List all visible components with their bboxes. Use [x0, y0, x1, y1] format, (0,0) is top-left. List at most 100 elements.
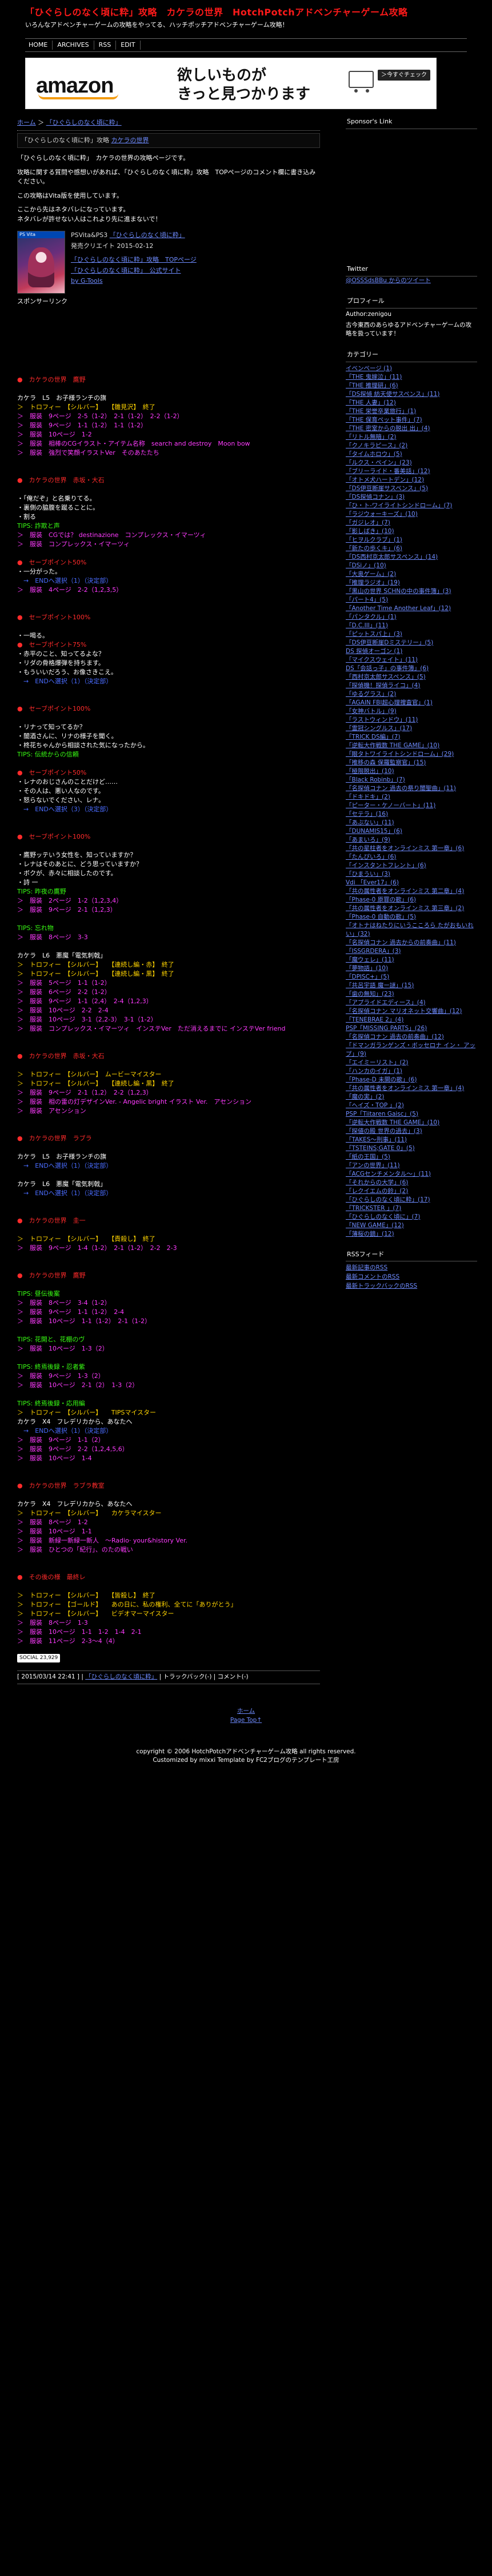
category-link[interactable]: 「大奥ゲーム」(2) [346, 571, 396, 578]
category-link[interactable]: 「TRICKSTER 」(7) [346, 1205, 401, 1212]
category-link[interactable]: 「ドマンガランゲンズ・ボッセロナ イン・ アップ」(9) [346, 1042, 475, 1057]
category-link[interactable]: 「オトナはねたりにいうこころら たがおもいれい」(32) [346, 922, 474, 938]
category-link[interactable]: 「Phase-0 自動の歌」(5) [346, 914, 416, 920]
nav-rss[interactable]: RSS [94, 40, 117, 50]
category-link[interactable]: PSP「MISSING PARTS」(26) [346, 1025, 427, 1032]
category-link[interactable]: 「セテラ」(16) [346, 811, 388, 818]
category-link[interactable]: 「NEW GAME」(12) [346, 1222, 404, 1229]
category-link[interactable]: 「パート4」(5) [346, 596, 388, 603]
category-link[interactable]: 「レクイエムの鈴」(2) [346, 1188, 408, 1195]
product-top-link[interactable]: 「ひぐらしのなく頃に粋」攻略 TOPページ [71, 256, 197, 263]
category-link[interactable]: 「THE 保育ペット事件」(7) [346, 416, 422, 423]
category-link[interactable]: 「Phase-D 未開の歌」(6) [346, 1076, 417, 1083]
category-link[interactable]: 「Another Time Another Leaf」(12) [346, 605, 451, 612]
social-badge[interactable]: SOCIAL 23,929 [17, 1653, 61, 1662]
nav-archives[interactable]: ARCHIVES [53, 40, 94, 50]
category-link[interactable]: 「極限脱出」(10) [346, 768, 394, 775]
category-link[interactable]: 「THE 密室からの脱出 出」(4) [346, 425, 430, 432]
category-link[interactable]: 「インスタントフレント」(6) [346, 862, 426, 869]
post-comment[interactable]: コメント(-) [218, 1673, 249, 1680]
category-link[interactable]: 「ピットスパ上」(3) [346, 631, 402, 638]
category-link[interactable]: 「ひぐらしのなく頃に」(7) [346, 1213, 420, 1220]
category-link[interactable]: 「黒山の世界 SCHNの中の事件簿」(3) [346, 588, 451, 595]
category-link[interactable]: 「ガジレオ」(7) [346, 519, 390, 526]
category-link[interactable]: 「霊冠シングルス」(17) [346, 725, 412, 732]
category-link[interactable]: 「AGAIN FBI超心理捜査官」(1) [346, 699, 433, 706]
category-link[interactable]: 「推理ラジオ」(19) [346, 579, 400, 586]
category-link[interactable]: 「ひまうい」(3) [346, 871, 390, 878]
category-link[interactable]: 「Black Robinb」(7) [346, 776, 405, 783]
category-link[interactable]: 「ブリーライド・番美話」(12) [346, 468, 430, 475]
category-link[interactable]: 「歯の無知」(23) [346, 991, 394, 997]
content-line[interactable]: → ENDへ選択（3）（決定部） [17, 805, 320, 814]
content-line[interactable]: → ENDへ選択（1）（決定部） [17, 677, 320, 686]
gtools-link[interactable]: by G-Tools [71, 277, 103, 285]
category-link[interactable]: 「ヒヲルクラブ」(1) [346, 536, 402, 543]
category-link[interactable]: 「DPISC+」(5) [346, 973, 389, 980]
category-link[interactable]: 「D.C.III」(11) [346, 622, 388, 629]
category-link[interactable]: 「ドキドキ」(2) [346, 794, 390, 800]
product-cover-image[interactable]: PS Vita [17, 231, 65, 294]
category-link[interactable]: 「名探偵コナン 過去からの前奏曲」(11) [346, 939, 456, 946]
category-link[interactable]: DS 探偵オーゴン (1) [346, 648, 402, 655]
category-link[interactable]: 「ISSGRDERA」(3) [346, 948, 401, 955]
category-link[interactable]: 「マイクスウェイト」(11) [346, 656, 418, 663]
category-link[interactable]: 「女神バトル」(9) [346, 708, 397, 715]
category-link[interactable]: 「名探偵コナン マリオネット交響曲」(12) [346, 1008, 462, 1015]
category-link[interactable]: DS「会話っ子」の事件簿」(6) [346, 665, 429, 672]
category-link[interactable]: 「名探偵コナン 過去の祭り闇聖曲」(11) [346, 785, 456, 792]
category-link[interactable]: Vdi 「Ever17」(6) [346, 879, 399, 886]
category-link[interactable]: 「ラストウィンドウ」(11) [346, 716, 418, 723]
category-link[interactable]: 「眼タトワイライトシンドローム」(29) [346, 751, 454, 758]
rss-comments-link[interactable]: 最新コメントのRSS [346, 1273, 399, 1280]
category-link[interactable]: 「探値の殿 世界の過去」(3) [346, 1128, 422, 1135]
banner-detail-button[interactable]: ＞今すぐチェック [378, 70, 430, 81]
category-link[interactable]: 「アンの世界」(11) [346, 1162, 400, 1169]
category-link[interactable]: 「ハンカのイガ」(1) [346, 1068, 402, 1075]
category-link[interactable]: 「探偵機！探偵ライコ」(4) [346, 682, 420, 689]
category-link[interactable]: 「ゆるグラス」(2) [346, 691, 396, 698]
category-link[interactable]: 「タイムホロウ」(5) [346, 451, 402, 458]
category-link[interactable]: 「たんぴいろ」(6) [346, 854, 396, 860]
category-link[interactable]: 「共の星柱者をオンラインミス 第一章」(6) [346, 845, 464, 852]
category-link[interactable]: 「共の属性者をオンラインミス 第二章」(4) [346, 888, 464, 895]
product-official-link[interactable]: 「ひぐらしのなく頃に粋」 公式サイト [71, 267, 181, 274]
category-link[interactable]: 「ひぐらしのなく頃に粋」(17) [346, 1196, 430, 1203]
category-link[interactable]: 「THE 推理研」(6) [346, 382, 398, 389]
category-link[interactable]: 「TRICK DS編」(7) [346, 734, 400, 740]
category-link[interactable]: 「DS探偵 紡天使サスペンス」(11) [346, 391, 440, 398]
category-link[interactable]: 「新たの歩くキ」(6) [346, 545, 402, 552]
category-link[interactable]: 「ヘイズ・TOP 」(2) [346, 1102, 404, 1109]
category-link[interactable]: 「逆転大作戦数 THE GAME」(10) [346, 742, 439, 749]
category-link[interactable]: 「TENEBRAE 2」(4) [346, 1016, 403, 1023]
category-link[interactable]: 「DUNAMIS15」(6) [346, 828, 402, 835]
twitter-link[interactable]: @OSSSdsBBu からのツイート [346, 277, 431, 284]
category-link[interactable]: 「THE 鬼嫁泣」(11) [346, 374, 402, 380]
category-link[interactable]: 「パンタクル」(1) [346, 614, 397, 620]
category-link[interactable]: 「DS伊豆断崖サスペンス」(5) [346, 485, 428, 492]
content-line[interactable]: → ENDへ選択（1）（決定部） [17, 1161, 320, 1171]
post-trackback[interactable]: トラックバック(-) [163, 1673, 211, 1680]
post-title-link[interactable]: カケラの世界 [111, 137, 149, 144]
category-link[interactable]: イベンページ (1) [346, 365, 392, 372]
category-link[interactable]: 「あまいろ」(9) [346, 836, 390, 843]
breadcrumb-home[interactable]: ホーム [17, 119, 36, 126]
category-link[interactable]: 「それからの大学」(6) [346, 1179, 408, 1186]
nav-home[interactable]: HOME [25, 40, 53, 50]
category-link[interactable]: 「DS西村京太郎サスペンス」(14) [346, 554, 438, 560]
page-top-link[interactable]: Page Top↑ [0, 1716, 492, 1725]
category-link[interactable]: 「エイミーリスト」(2) [346, 1059, 408, 1066]
category-link[interactable]: 「DSiノ」(10) [346, 562, 386, 569]
category-link[interactable]: 「夢物語」(10) [346, 965, 388, 972]
category-link[interactable]: 「DS探偵コナン」(3) [346, 494, 405, 500]
category-link[interactable]: 「ラジウォーキーズ」(10) [346, 511, 418, 518]
category-link[interactable]: 「共呂宇語 魔ー謎」(15) [346, 982, 414, 989]
site-title[interactable]: 「ひぐらしのなく頃に粋」攻略 カケラの世界 HotchPotchアドベンチャーゲ… [25, 6, 467, 19]
category-link[interactable]: 「あぶない」(11) [346, 819, 394, 826]
category-link[interactable]: 「TAKES～刑事」(11) [346, 1136, 407, 1143]
category-link[interactable]: 「THE 栄誉卒業旅行」(1) [346, 408, 416, 415]
category-link[interactable]: 「影しばき」(10) [346, 528, 394, 535]
category-link[interactable]: 「ピーター・ケノーバート」(11) [346, 802, 435, 809]
category-link[interactable]: 「Phase-0 原罪の歌」(6) [346, 896, 416, 903]
breadcrumb-category[interactable]: 「ひぐらしのなく頃に粋」 [46, 119, 122, 126]
